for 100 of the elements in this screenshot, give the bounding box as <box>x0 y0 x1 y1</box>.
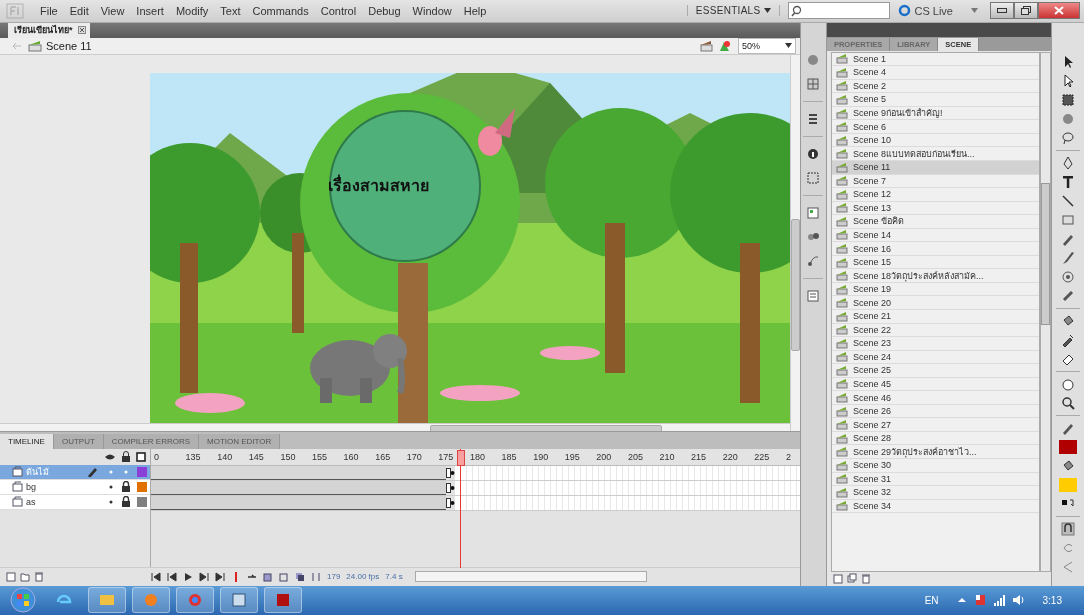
scene-list-item[interactable]: Scene 32 <box>831 486 1040 500</box>
edit-frames-icon[interactable] <box>295 571 305 582</box>
menu-item[interactable]: Help <box>457 4 493 17</box>
search-icon[interactable] <box>791 4 804 17</box>
scene-list-item[interactable]: Scene 2 <box>831 79 1040 94</box>
menu-item[interactable]: Insert <box>130 4 170 17</box>
first-frame-icon[interactable] <box>151 571 161 582</box>
scene-list-item[interactable]: Scene 4 <box>831 66 1040 80</box>
scene-list-item[interactable]: Scene 7 <box>831 174 1040 189</box>
layer-color-swatch[interactable] <box>137 496 147 507</box>
scene-list-item[interactable]: Scene 1 <box>831 52 1040 67</box>
onion-outline-icon[interactable] <box>279 571 289 582</box>
volume-icon[interactable] <box>1011 593 1025 608</box>
close-button[interactable] <box>1038 2 1080 20</box>
scene-list-item[interactable]: Scene 5 <box>831 93 1040 107</box>
dropdown-icon[interactable] <box>971 8 978 14</box>
brush-icon[interactable] <box>1061 250 1076 265</box>
edit-scene-icon[interactable] <box>700 38 714 53</box>
menu-item[interactable]: Debug <box>362 4 407 17</box>
menu-item[interactable]: Modify <box>169 4 215 17</box>
scene-list-item[interactable]: Scene 10 <box>831 133 1040 148</box>
scene-list-item[interactable]: Scene 30 <box>831 459 1040 473</box>
layer-icon[interactable] <box>12 466 23 478</box>
scene-list-item[interactable]: Scene 26 <box>831 404 1040 419</box>
outline-icon[interactable] <box>136 451 146 462</box>
menu-item[interactable]: Commands <box>246 4 315 17</box>
duplicate-scene-icon[interactable] <box>846 573 857 585</box>
step-back-icon[interactable] <box>167 571 177 582</box>
layer-color-swatch[interactable] <box>137 466 147 477</box>
markers-icon[interactable] <box>311 571 321 582</box>
layer-icon[interactable] <box>12 496 23 508</box>
network-signal-icon[interactable] <box>992 593 1006 607</box>
trash-icon[interactable] <box>860 573 871 585</box>
scene-list-item[interactable]: Scene 34 <box>831 499 1040 514</box>
restore-button[interactable] <box>1014 2 1038 20</box>
scene-list-item[interactable]: Scene 22 <box>831 323 1040 338</box>
menu-item[interactable]: Text <box>214 4 247 17</box>
search-field[interactable] <box>788 2 891 20</box>
keyframe-icon[interactable] <box>446 496 455 509</box>
trash-icon[interactable] <box>34 571 44 583</box>
snap-magnet-icon[interactable] <box>1061 521 1076 536</box>
scene-list-item[interactable]: Scene 45 <box>831 377 1040 392</box>
scene-list-item[interactable]: Scene 6 <box>831 120 1040 134</box>
library-icon[interactable] <box>806 288 821 303</box>
transform-icon[interactable] <box>806 170 821 185</box>
onion-skin-icon[interactable] <box>263 571 273 582</box>
edit-symbols-icon[interactable] <box>718 38 732 53</box>
taskbar-app-button[interactable] <box>88 587 126 614</box>
show-hidden-icons-icon[interactable] <box>956 596 967 605</box>
line-tool-icon[interactable] <box>1061 193 1076 208</box>
scene-list-item[interactable]: Scene 21 <box>831 309 1040 324</box>
play-icon[interactable] <box>183 571 193 582</box>
step-forward-icon[interactable] <box>199 571 209 582</box>
menu-item[interactable]: Window <box>406 4 458 17</box>
zoom-icon[interactable] <box>1061 395 1076 410</box>
menu-item[interactable]: Control <box>314 4 363 17</box>
eyedropper-icon[interactable] <box>1061 332 1076 347</box>
scene-list-item[interactable]: Scene 18วัตถุประสงค์หลังสามัค... <box>831 269 1040 283</box>
fill-color-swatch[interactable] <box>1059 477 1078 492</box>
new-folder-icon[interactable] <box>20 571 30 583</box>
scene-list-item[interactable]: Scene 13 <box>831 201 1040 216</box>
workspace-switcher[interactable]: ESSENTIALS <box>686 5 781 17</box>
scene-list-item[interactable]: Scene 25 <box>831 364 1040 378</box>
paint-bucket-icon[interactable] <box>1061 313 1076 328</box>
clock-text[interactable]: 3:13 <box>1042 594 1062 606</box>
lock-icon[interactable] <box>121 481 131 493</box>
taskbar-app-button[interactable] <box>220 587 258 614</box>
scene-list-item[interactable]: Scene 19 <box>831 282 1040 297</box>
scene-list-item[interactable]: Scene 31 <box>831 472 1040 487</box>
start-orb-icon[interactable] <box>10 587 36 614</box>
close-icon[interactable] <box>77 26 86 35</box>
minimize-button[interactable] <box>990 2 1014 20</box>
pencil-icon[interactable] <box>87 466 98 478</box>
lock-icon[interactable] <box>121 451 131 463</box>
free-transform-icon[interactable] <box>1061 92 1076 107</box>
deco-tool-icon[interactable] <box>1061 269 1076 284</box>
subselection-arrow-icon[interactable] <box>1061 73 1076 88</box>
keyframe-icon[interactable] <box>446 481 455 494</box>
add-scene-icon[interactable] <box>832 573 843 585</box>
vertical-scrollbar[interactable] <box>1040 51 1052 572</box>
menu-item[interactable]: Edit <box>63 4 95 17</box>
scene-list-item[interactable]: Scene 12 <box>831 188 1040 202</box>
scene-list-item[interactable]: Scene 46 <box>831 391 1040 405</box>
cs-live-button[interactable]: CS Live <box>898 4 953 18</box>
scene-list-item[interactable]: Scene 24 <box>831 350 1040 365</box>
last-frame-icon[interactable] <box>215 571 225 582</box>
lock-icon[interactable] <box>121 496 131 508</box>
grid-icon[interactable] <box>806 76 821 91</box>
info-icon[interactable] <box>806 146 821 161</box>
language-indicator[interactable]: EN <box>924 594 939 606</box>
scene-list-item[interactable]: Scene 16 <box>831 242 1040 256</box>
layer-color-swatch[interactable] <box>137 481 147 492</box>
scene-list-item[interactable]: Scene 14 <box>831 228 1040 243</box>
scene-list-item[interactable]: Scene 8แบบทดสอบก่อนเรียน... <box>831 147 1040 161</box>
motion-icon[interactable] <box>806 253 821 268</box>
scene-list-item[interactable]: Scene 27 <box>831 418 1040 432</box>
panel-tab[interactable]: COMPILER ERRORS <box>103 433 200 449</box>
scene-list-item[interactable]: Scene 23 <box>831 337 1040 351</box>
panel-tab[interactable]: MOTION EDITOR <box>199 433 281 449</box>
keyframe-icon[interactable] <box>446 466 455 479</box>
